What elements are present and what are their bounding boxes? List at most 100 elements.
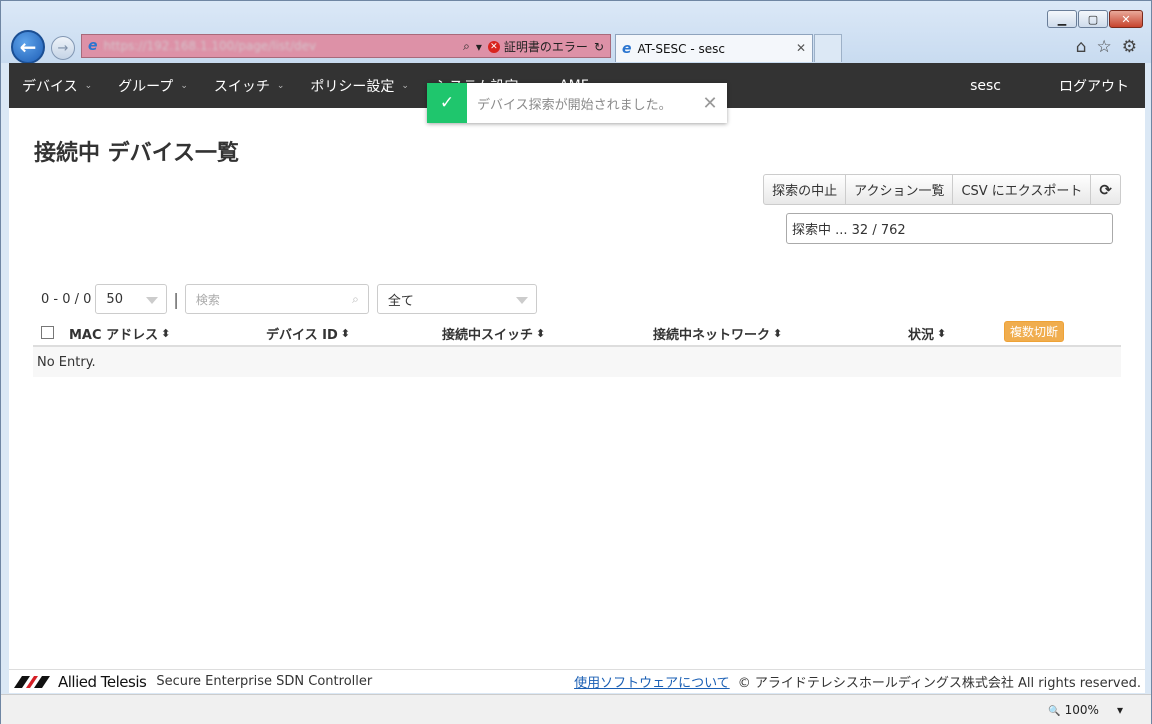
column-label: デバイス ID: [266, 328, 338, 343]
app-content: デバイス⌄ グループ⌄ スイッチ⌄ ポリシー設定⌄ システム設定⌄ AMF se…: [9, 63, 1145, 693]
address-dropdown-icon[interactable]: ▾: [476, 40, 482, 54]
search-icon[interactable]: ⌕: [463, 39, 470, 54]
toast-message: デバイス探索が開始されました。: [477, 97, 672, 113]
zoom-control[interactable]: 🔍 100%: [1048, 703, 1099, 717]
maximize-button[interactable]: ▢: [1078, 10, 1108, 28]
certificate-error-label: 証明書のエラー: [503, 40, 588, 54]
certificate-error[interactable]: ✕ 証明書のエラー: [487, 38, 588, 55]
brand-name: Allied Telesis: [58, 672, 147, 691]
bulk-disconnect-button[interactable]: 複数切断: [1004, 321, 1065, 342]
status-filter-value: 全て: [387, 293, 414, 309]
chevron-down-icon: ⌄: [276, 80, 285, 91]
nav-label: デバイス: [22, 78, 78, 95]
nav-user[interactable]: sesc: [954, 63, 1017, 108]
nav-item-devices[interactable]: デバイス ⌄: [9, 63, 105, 108]
page-size-value: 50: [106, 291, 123, 307]
logout-link[interactable]: ログアウト: [1043, 63, 1145, 108]
column-label: 接続中ネットワーク: [653, 328, 771, 343]
nav-label: グループ: [118, 78, 174, 95]
window-controls: ▁ ▢ ✕: [1046, 10, 1143, 28]
result-range: 0 - 0 / 0: [41, 291, 92, 307]
separator: |: [173, 289, 179, 309]
toast-close-icon[interactable]: ✕: [693, 93, 727, 114]
allied-telesis-logo: Allied Telesis: [14, 672, 147, 691]
reload-icon: ⟳: [1099, 180, 1112, 199]
nav-item-switches[interactable]: スイッチ ⌄: [201, 63, 298, 108]
tab-ie-icon: e: [622, 40, 632, 57]
close-window-button[interactable]: ✕: [1109, 10, 1143, 28]
settings-gear-icon[interactable]: ⚙: [1122, 37, 1137, 57]
tab-title: AT-SESC - sesc: [637, 41, 725, 56]
check-icon: ✓: [427, 83, 467, 123]
column-label: MAC アドレス: [69, 328, 159, 343]
chevron-down-icon: ⌄: [180, 80, 188, 91]
dropdown-arrow-icon: [515, 297, 528, 304]
error-icon: ✕: [487, 40, 500, 53]
column-connected-switch[interactable]: 接続中スイッチ ⬍: [442, 324, 545, 343]
page-title: 接続中 デバイス一覧: [34, 141, 239, 166]
url-text[interactable]: https://192.168.1.100/page/list/dev: [104, 39, 344, 53]
sort-icon: ⬍: [536, 327, 546, 340]
page-size-select[interactable]: 50: [95, 284, 168, 314]
copyright: © アライドテレシスホールディングス株式会社 All rights reserv…: [737, 676, 1141, 691]
sort-icon: ⬍: [937, 327, 947, 340]
nav-label: スイッチ: [213, 78, 270, 95]
sort-icon: ⬍: [161, 327, 171, 340]
dropdown-arrow-icon: [146, 297, 159, 304]
footer: Allied Telesis Secure Enterprise SDN Con…: [9, 669, 1145, 693]
empty-row: No Entry.: [33, 347, 1121, 377]
sort-icon: ⬍: [773, 327, 783, 340]
search-input[interactable]: 検索 ⌕: [184, 284, 369, 314]
brand-mark-icon: [14, 675, 50, 688]
browser-window: ▁ ▢ ✕ ← → e https://192.168.1.100/page/l…: [0, 0, 1152, 724]
forward-arrow-icon: →: [57, 40, 69, 56]
table-filters: 0 - 0 / 0 50 | 検索 ⌕ 全て: [41, 284, 537, 314]
column-connected-network[interactable]: 接続中ネットワーク ⬍: [653, 324, 782, 343]
tab-close-icon[interactable]: ✕: [796, 41, 806, 55]
column-device-id[interactable]: デバイス ID ⬍: [266, 324, 350, 343]
discovery-progress: 探索中 ... 32 / 762: [786, 213, 1113, 244]
nav-right: sesc ログアウト: [954, 63, 1145, 108]
footer-right: 使用ソフトウェアについて © アライドテレシスホールディングス株式会社 All …: [574, 672, 1141, 691]
refresh-icon[interactable]: ↻: [594, 40, 604, 54]
select-all-checkbox[interactable]: [41, 326, 54, 339]
address-bar-controls: ⌕ ▾ ✕ 証明書のエラー ↻: [463, 38, 604, 55]
chevron-down-icon: ⌄: [401, 80, 409, 91]
browser-statusbar: 🔍 100% ▾: [1, 694, 1151, 724]
address-bar[interactable]: e https://192.168.1.100/page/list/dev ⌕ …: [81, 34, 611, 58]
column-label: 状況: [908, 328, 935, 343]
success-toast: ✓ デバイス探索が開始されました。 ✕: [427, 83, 727, 123]
csv-export-button[interactable]: CSV にエクスポート: [952, 174, 1092, 205]
software-info-link[interactable]: 使用ソフトウェアについて: [574, 672, 730, 691]
nav-label: ポリシー設定: [310, 78, 395, 95]
ie-icon: e: [88, 38, 98, 54]
zoom-icon: 🔍: [1048, 705, 1061, 717]
status-filter-select[interactable]: 全て: [376, 284, 537, 314]
minimize-button[interactable]: ▁: [1047, 10, 1077, 28]
home-icon[interactable]: ⌂: [1076, 37, 1087, 57]
favorites-star-icon[interactable]: ☆: [1097, 37, 1112, 57]
column-label: 接続中スイッチ: [442, 328, 534, 343]
column-status[interactable]: 状況 ⬍: [908, 324, 946, 343]
zoom-dropdown-icon[interactable]: ▾: [1117, 703, 1123, 717]
reload-button[interactable]: ⟳: [1090, 174, 1121, 205]
nav-item-groups[interactable]: グループ ⌄: [105, 63, 201, 108]
new-tab-button[interactable]: [814, 34, 842, 62]
browser-titlebar: ▁ ▢ ✕ ← → e https://192.168.1.100/page/l…: [1, 1, 1151, 64]
browser-tab[interactable]: e AT-SESC - sesc ✕: [615, 34, 813, 62]
forward-button[interactable]: →: [51, 36, 75, 60]
device-table: MAC アドレス ⬍ デバイス ID ⬍ 接続中スイッチ ⬍ 接続中ネットワーク ⬍ 状…: [33, 317, 1121, 377]
product-name: Secure Enterprise SDN Controller: [156, 674, 373, 689]
zoom-level: 100%: [1064, 702, 1099, 717]
nav-item-policy[interactable]: ポリシー設定 ⌄: [297, 63, 422, 108]
action-list-button[interactable]: アクション一覧: [845, 174, 954, 205]
column-mac-address[interactable]: MAC アドレス ⬍: [69, 324, 170, 343]
back-arrow-icon: ←: [19, 35, 37, 59]
back-button[interactable]: ←: [11, 30, 45, 64]
stop-discovery-button[interactable]: 探索の中止: [763, 174, 847, 205]
sort-icon: ⬍: [340, 327, 350, 340]
search-icon: ⌕: [352, 292, 359, 306]
browser-toolbar-icons: ⌂ ☆ ⚙: [1076, 37, 1137, 57]
table-header: MAC アドレス ⬍ デバイス ID ⬍ 接続中スイッチ ⬍ 接続中ネットワーク ⬍ 状…: [33, 317, 1121, 347]
action-button-group: 探索の中止 アクション一覧 CSV にエクスポート ⟳: [763, 174, 1121, 205]
